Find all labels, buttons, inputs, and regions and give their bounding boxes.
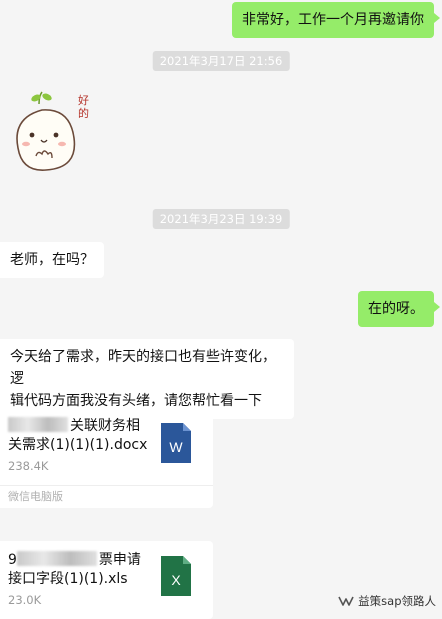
watermark: 益策sap领路人 bbox=[338, 593, 436, 609]
timestamp: 2021年3月23日 19:39 bbox=[152, 209, 290, 229]
word-file-icon: W bbox=[161, 423, 191, 463]
file-icon-letter: X bbox=[171, 572, 181, 588]
message-text-line: 今天给了需求，昨天的接口也有些许变化，逻 bbox=[10, 349, 276, 387]
file-name: 关联财务相 关需求(1)(1)(1).docx bbox=[8, 417, 148, 453]
my-message-bubble[interactable]: 非常好，工作一个月再邀请你 bbox=[232, 2, 440, 38]
file-size: 238.4K bbox=[8, 459, 49, 473]
message-text: 非常好，工作一个月再邀请你 bbox=[242, 12, 424, 28]
their-message-bubble[interactable]: 老师，在吗？ bbox=[0, 242, 104, 278]
file-source-label: 微信电脑版 bbox=[0, 485, 213, 508]
my-message-bubble[interactable]: 在的呀。 bbox=[358, 291, 440, 327]
sticker-text: 好的 bbox=[78, 94, 89, 120]
file-card-docx[interactable]: 关联财务相 关需求(1)(1)(1).docx 238.4K W 微信电脑版 bbox=[0, 407, 213, 508]
file-card-xls[interactable]: 9 票申请 接口字段(1)(1).xls 23.0K X bbox=[0, 541, 213, 619]
watermark-text: 益策sap领路人 bbox=[358, 594, 436, 608]
message-text: 老师，在吗？ bbox=[10, 252, 94, 268]
redacted-text bbox=[8, 417, 68, 432]
wechat-channel-icon bbox=[338, 596, 354, 606]
file-icon-letter: W bbox=[169, 439, 183, 455]
sticker-message[interactable]: 好的 bbox=[8, 88, 94, 186]
redacted-text bbox=[16, 551, 97, 566]
timestamp: 2021年3月17日 21:56 bbox=[152, 51, 290, 71]
file-size: 23.0K bbox=[8, 593, 42, 607]
file-name: 9 票申请 接口字段(1)(1).xls bbox=[8, 551, 141, 587]
excel-file-icon: X bbox=[161, 556, 191, 596]
message-text: 在的呀。 bbox=[368, 301, 424, 317]
